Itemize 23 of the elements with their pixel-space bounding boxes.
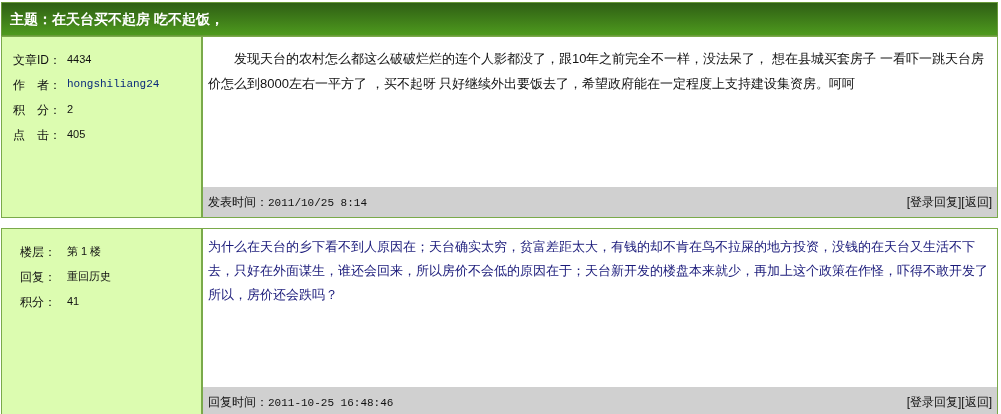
info-label: 楼层：	[20, 243, 57, 261]
action-link[interactable]: [返回]	[961, 393, 992, 411]
info-value: 41	[67, 294, 80, 310]
info-value: 405	[67, 127, 86, 143]
action-link[interactable]: [返回]	[961, 193, 992, 211]
topic-title-bar: 主题：在天台买不起房 吃不起饭，	[1, 2, 998, 36]
info-value: 2	[67, 102, 74, 118]
info-label: 回复：	[20, 268, 57, 286]
info-label: 作 者：	[13, 76, 62, 94]
author-link[interactable]: hongshiliang24	[67, 76, 160, 93]
post-body-text: 为什么在天台的乡下看不到人原因在；天台确实太穷，贫富差距太大，有钱的却不肯在鸟不拉屎的地方投资，没钱的在天台又生活不下去，只好在外面谋生，谁还会回来，所以房价不会低的原因在于；天台新开发的楼盘本来就少，再加上这个政策在作怪，吓得不敢开发了所以，房价还会跌吗？	[207, 238, 989, 304]
info-label: 积分：	[20, 293, 57, 311]
info-value: 第 1 楼	[67, 244, 102, 260]
post-time: 发表时间：2011/10/25 8:14	[208, 193, 368, 211]
post-body-text: 发现天台的农村怎么都这么破破烂烂的连个人影都没了，跟10年之前完全不一样，没法呆了， 想在县城买套房子 一看吓一跳天台房价怎么到8000左右一平方了 ，买不起呀 只好继续外出要饭去了，希望政府能在一定程度上支持建设集资房。呵呵	[207, 50, 985, 93]
action-link[interactable]: [登录回复]	[906, 193, 962, 211]
info-label: 点 击：	[13, 126, 62, 144]
info-value: 重回历史	[67, 269, 111, 285]
info-label: 文章ID：	[13, 51, 62, 69]
action-link[interactable]: [登录回复]	[906, 393, 962, 411]
info-value: 4434	[67, 52, 92, 68]
post-time: 回复时间：2011-10-25 16:48:46	[208, 393, 394, 411]
info-label: 积 分：	[13, 101, 62, 119]
